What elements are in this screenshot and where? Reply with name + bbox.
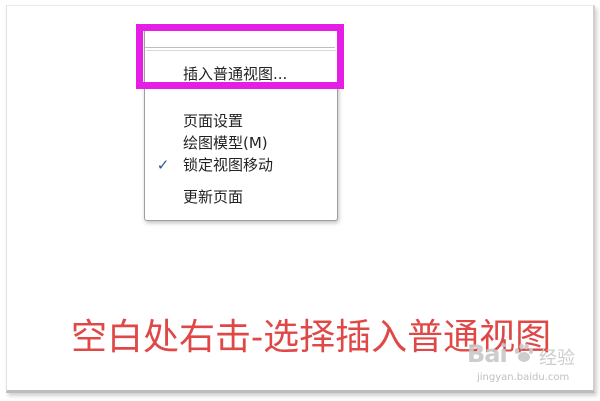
watermark-url: jingyan.baidu.com [477,372,570,383]
menu-item-update-page[interactable]: 更新页面 [145,184,335,210]
screenshot-frame: 插入普通视图... 页面设置 绘图模型(M) ✓ 锁定视图移动 更新页面 空白处… [6,5,595,393]
menu-item-label: 锁定视图移动 [183,156,274,174]
highlight-annotation-box [136,24,344,89]
watermark-cn-text: 经验 [539,348,575,369]
menu-item-label: 更新页面 [183,188,244,206]
watermark-brand: Bai [467,340,508,368]
checkmark-icon: ✓ [156,156,170,174]
baidu-jingyan-watermark: Bai 经验 jingyan.baidu.com [467,340,595,390]
baidu-paw-icon [514,343,534,362]
highlight-inner-divider [145,47,335,48]
menu-item-lock-view-movement[interactable]: ✓ 锁定视图移动 [145,152,335,178]
